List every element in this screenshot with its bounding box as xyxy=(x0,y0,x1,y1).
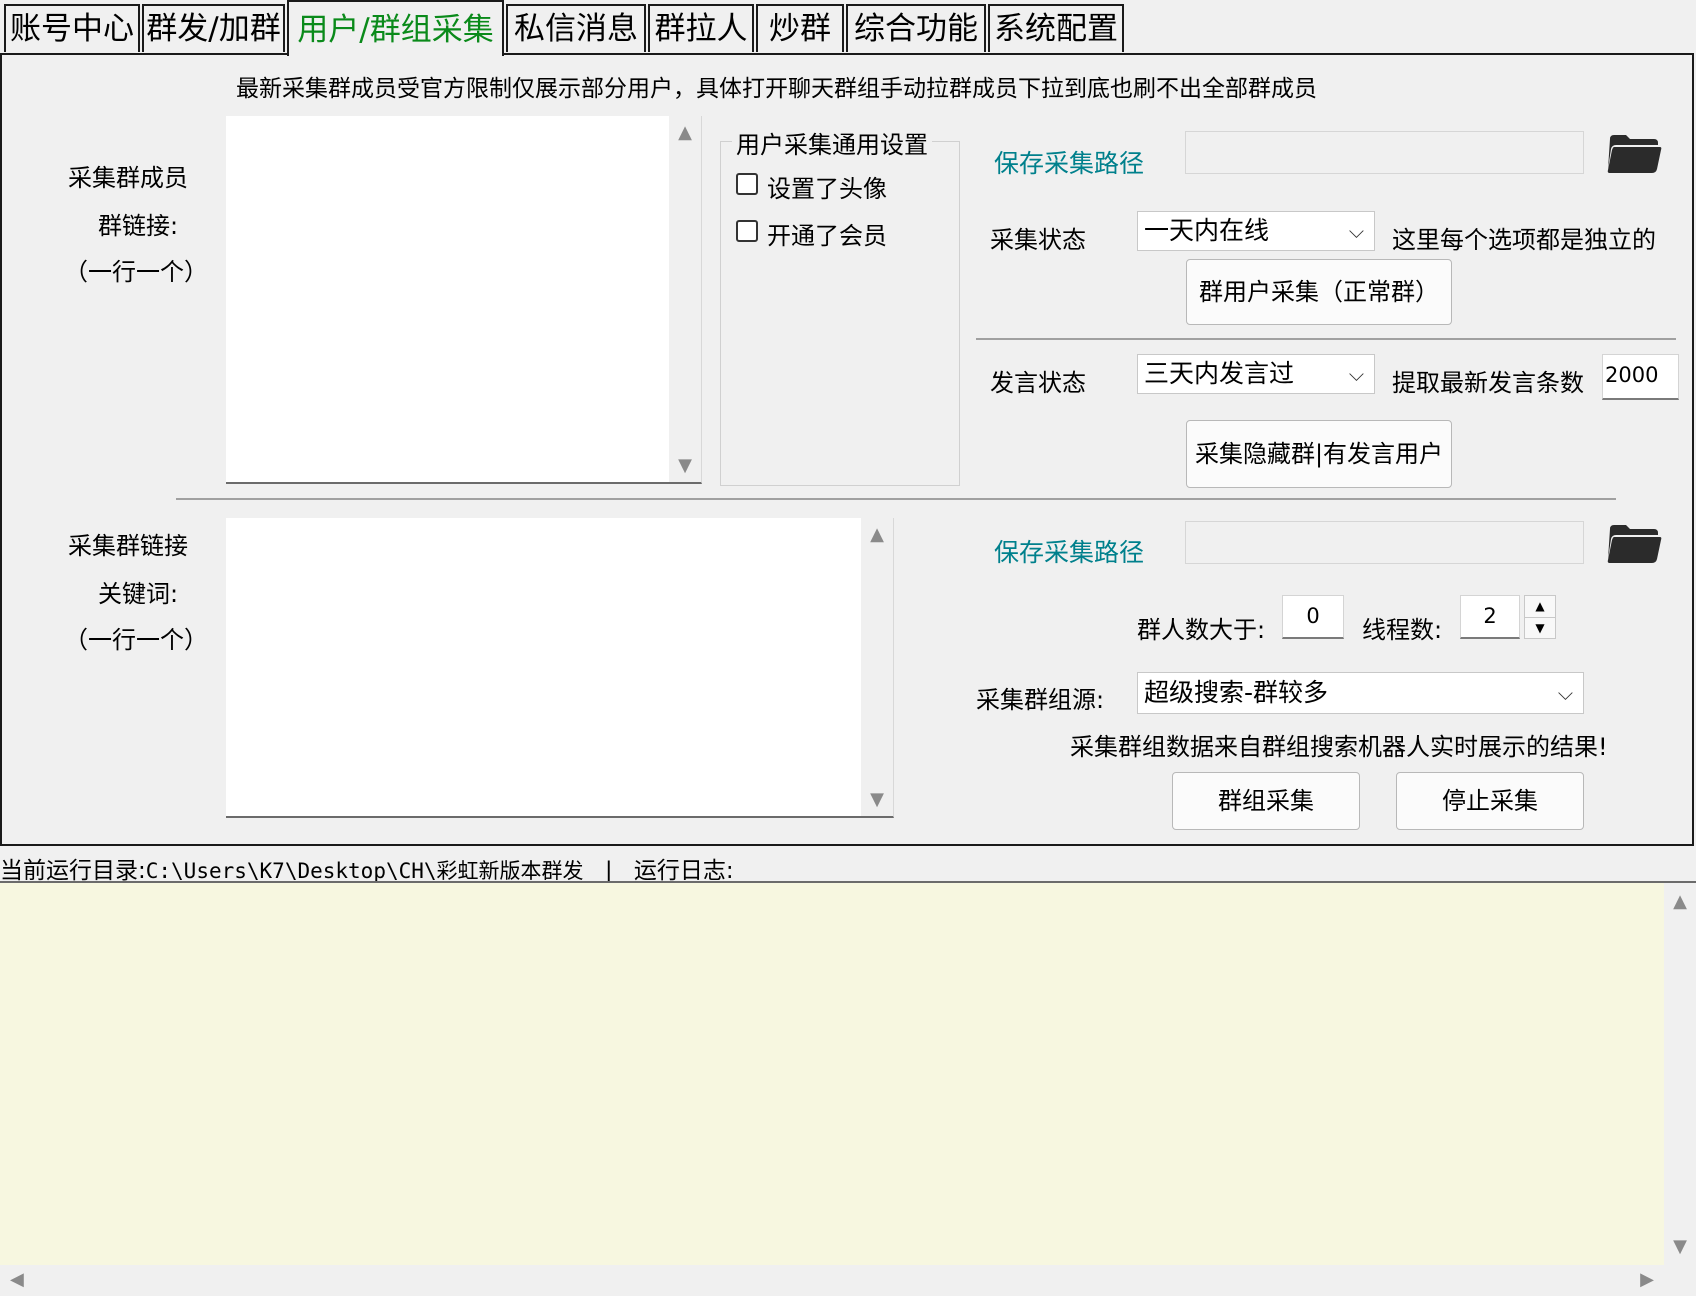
tab-account-center[interactable]: 账号中心 xyxy=(4,4,140,52)
group-keywords-textarea[interactable]: ▲ ▼ xyxy=(226,518,894,818)
member-label-line3: （一行一个） xyxy=(64,258,208,286)
member-folder-icon[interactable] xyxy=(1606,129,1662,175)
member-save-path-field[interactable] xyxy=(1185,131,1584,174)
chevron-down-icon: ⌵ xyxy=(1557,681,1573,705)
group-collect-button[interactable]: 群组采集 xyxy=(1172,772,1360,830)
independent-note: 这里每个选项都是独立的 xyxy=(1392,226,1656,254)
threads-label: 线程数: xyxy=(1362,616,1443,644)
scroll-up-icon[interactable]: ▲ xyxy=(669,122,701,143)
settings-group-title: 用户采集通用设置 xyxy=(732,125,932,160)
group-label-line3: （一行一个） xyxy=(64,626,208,654)
scroll-down-icon[interactable]: ▼ xyxy=(669,455,701,476)
chevron-down-icon: ⌵ xyxy=(1348,362,1364,386)
group-folder-icon[interactable] xyxy=(1606,519,1662,565)
scroll-down-icon[interactable]: ▼ xyxy=(1664,1236,1696,1257)
chevron-down-icon: ⌵ xyxy=(1348,219,1364,243)
group-label-line1: 采集群链接 xyxy=(68,532,188,560)
spin-down-icon[interactable]: ▼ xyxy=(1525,618,1555,638)
source-value: 超级搜索-群较多 xyxy=(1144,678,1329,707)
latest-count-input[interactable]: 2000 xyxy=(1602,354,1679,400)
member-label-line2: 群链接: xyxy=(98,212,179,240)
vip-checkbox[interactable] xyxy=(736,220,758,242)
member-label-line1: 采集群成员 xyxy=(68,164,188,192)
source-note: 采集群组数据来自群组搜索机器人实时展示的结果! xyxy=(1070,733,1608,761)
group-user-collect-button[interactable]: 群用户采集（正常群） xyxy=(1186,259,1452,325)
tab-group-pull[interactable]: 群拉人 xyxy=(648,4,754,52)
latest-count-label: 提取最新发言条数 xyxy=(1392,369,1584,397)
group-save-path-label: 保存采集路径 xyxy=(994,538,1145,567)
run-dir-value: C:\Users\K7\Desktop\CH\彩虹新版本群发 xyxy=(145,859,584,883)
hidden-group-collect-button[interactable]: 采集隐藏群|有发言用户 xyxy=(1186,420,1452,488)
speak-status-label: 发言状态 xyxy=(990,369,1086,397)
collect-status-select[interactable]: 一天内在线 ⌵ xyxy=(1137,211,1375,251)
avatar-checkbox-label: 设置了头像 xyxy=(767,175,887,203)
collect-panel: 最新采集群成员受官方限制仅展示部分用户，具体打开聊天群组手动拉群成员下拉到底也刷… xyxy=(0,53,1694,846)
members-gt-label: 群人数大于: xyxy=(1137,616,1266,644)
group-label-line2: 关键词: xyxy=(98,580,179,608)
log-hscroll[interactable]: ◀ ▶ xyxy=(0,1265,1664,1296)
tab-hype-group[interactable]: 炒群 xyxy=(756,4,844,52)
scroll-corner xyxy=(1664,1265,1696,1296)
speak-status-select[interactable]: 三天内发言过 ⌵ xyxy=(1137,354,1375,394)
threads-input[interactable]: 2 xyxy=(1460,595,1520,639)
member-links-scrollbar[interactable]: ▲ ▼ xyxy=(669,116,701,482)
scroll-up-icon[interactable]: ▲ xyxy=(1664,891,1696,912)
source-select[interactable]: 超级搜索-群较多 ⌵ xyxy=(1137,672,1584,714)
avatar-checkbox[interactable] xyxy=(736,173,758,195)
tab-mass-send-join[interactable]: 群发/加群 xyxy=(142,4,285,52)
scroll-up-icon[interactable]: ▲ xyxy=(861,524,893,545)
scroll-left-icon[interactable]: ◀ xyxy=(10,1269,24,1290)
scroll-right-icon[interactable]: ▶ xyxy=(1640,1269,1654,1290)
status-line: 当前运行目录:C:\Users\K7\Desktop\CH\彩虹新版本群发 | … xyxy=(0,851,734,885)
speak-status-value: 三天内发言过 xyxy=(1144,359,1295,388)
scroll-down-icon[interactable]: ▼ xyxy=(861,789,893,810)
tab-private-message[interactable]: 私信消息 xyxy=(506,4,646,52)
tab-combined-functions[interactable]: 综合功能 xyxy=(846,4,986,52)
spin-up-icon[interactable]: ▲ xyxy=(1525,596,1555,618)
group-keywords-scrollbar[interactable]: ▲ ▼ xyxy=(861,518,893,816)
run-log-area[interactable]: ▲ ▼ ◀ ▶ xyxy=(0,881,1696,1296)
group-save-path-field[interactable] xyxy=(1185,521,1584,564)
tab-user-group-collect[interactable]: 用户/群组采集 xyxy=(287,0,504,56)
threads-spinner[interactable]: ▲ ▼ xyxy=(1524,595,1556,639)
right-divider xyxy=(976,338,1676,340)
vip-checkbox-label: 开通了会员 xyxy=(767,222,887,250)
source-label: 采集群组源: xyxy=(976,686,1105,714)
tab-system-config[interactable]: 系统配置 xyxy=(988,4,1124,52)
collect-status-value: 一天内在线 xyxy=(1144,216,1270,245)
members-gt-input[interactable]: 0 xyxy=(1282,595,1344,639)
member-links-textarea[interactable]: ▲ ▼ xyxy=(226,116,702,484)
collect-status-label: 采集状态 xyxy=(990,226,1086,254)
log-vscroll[interactable]: ▲ ▼ xyxy=(1664,883,1696,1265)
section-divider xyxy=(176,498,1616,500)
stop-collect-button[interactable]: 停止采集 xyxy=(1396,772,1584,830)
member-save-path-label: 保存采集路径 xyxy=(994,149,1145,178)
notice-text: 最新采集群成员受官方限制仅展示部分用户，具体打开聊天群组手动拉群成员下拉到底也刷… xyxy=(236,76,1317,102)
